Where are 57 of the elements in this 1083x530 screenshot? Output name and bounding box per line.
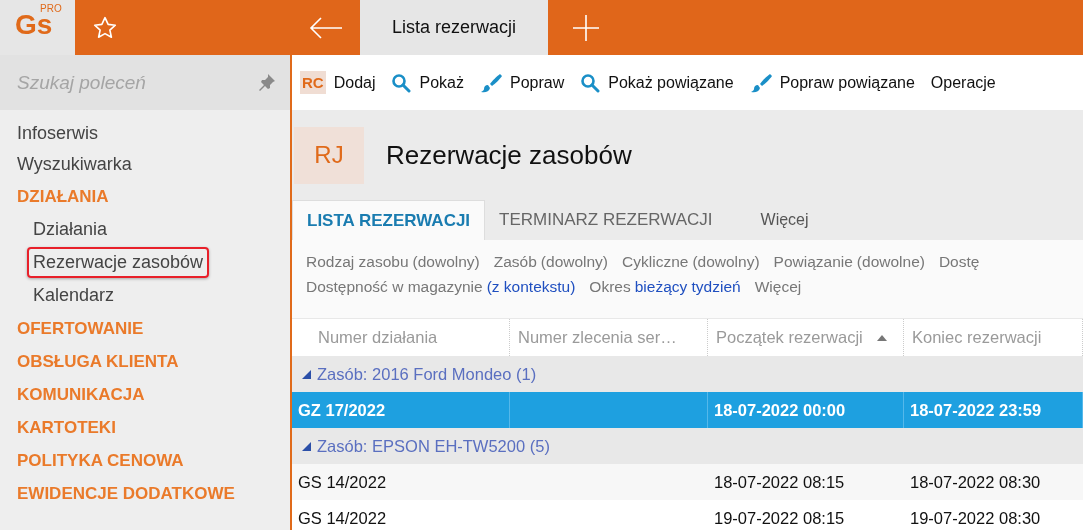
nav-section[interactable]: KOMUNIKACJA [0,378,162,411]
nav-item[interactable]: Działania [27,214,114,245]
nav-section[interactable]: DZIAŁANIA [0,180,126,213]
tab[interactable]: LISTA REZERWACJI [292,200,486,240]
module-badge: RC [300,71,326,94]
nav-section[interactable]: OFERTOWANIE [0,312,161,345]
toolbar-button[interactable]: Popraw powiązane [749,71,923,94]
table-cell: 18-07-2022 08:15 [714,472,845,492]
table-cell: 18-07-2022 00:00 [714,400,846,420]
nav-item[interactable]: Kalendarz [27,280,121,311]
table-cell: GZ 17/2022 [298,400,386,420]
document-tab[interactable]: Lista rezerwacji [360,0,548,55]
nav-section[interactable]: OBSŁUGA KLIENTA [0,345,196,378]
module-badge: RJ [294,126,364,184]
filter-link[interactable]: Dostę [938,252,980,271]
nav-item[interactable]: Wyszukiwarka [0,149,149,180]
filter-link[interactable]: Powiązanie (dowolne) [773,252,925,271]
search-icon [580,72,601,93]
filter-link[interactable]: Dostępność w magazynie (z kontekstu) [306,277,576,296]
filter-link[interactable]: Rodzaj zasobu (dowolny) [306,252,480,271]
expand-icon[interactable] [302,369,311,379]
back-arrow-icon[interactable] [309,16,343,39]
group-row[interactable]: Zasób: EPSON EH-TW5200 (5) [292,428,1083,464]
toolbar-button[interactable]: RC Dodaj [300,71,384,94]
page-title: Rezerwacje zasobów [386,139,632,171]
filter-link[interactable]: Cykliczne (dowolny) [622,252,760,271]
table-cell: 18-07-2022 08:30 [910,472,1041,492]
toolbar-button[interactable]: Operacje [930,73,1004,92]
group-label: Zasób: EPSON EH-TW5200 (5) [317,436,550,456]
nav-section[interactable]: EWIDENCJE DODATKOWE [0,477,252,510]
filter-link[interactable]: Zasób (dowolny) [493,252,609,271]
group-label: Zasób: 2016 Ford Mondeo (1) [317,364,537,384]
toolbar-button[interactable]: Pokaż [391,72,472,93]
table-cell: GS 14/2022 [298,508,387,528]
pin-icon[interactable] [258,73,276,91]
search-icon [391,72,412,93]
nav-section[interactable]: KARTOTEKI [0,411,133,444]
group-row[interactable]: Zasób: 2016 Ford Mondeo (1) [292,356,1083,392]
table-cell: GS 14/2022 [298,472,387,492]
search-field[interactable]: Szukaj poleceń [0,55,290,110]
nav-item[interactable]: Infoserwis [0,118,116,149]
table-cell: 19-07-2022 08:30 [910,508,1041,528]
toolbar-button[interactable]: Popraw [479,71,573,94]
plus-icon[interactable] [573,14,599,41]
star-icon[interactable] [92,14,118,41]
table-cell: 18-07-2022 23:59 [910,400,1042,420]
toolbar-button[interactable]: Pokaż powiązane [580,72,742,93]
nav-item[interactable]: Rezerwacje zasobów [27,247,210,278]
table-row[interactable]: GZ 17/2022 18-07-2022 00:00 18-07-2022 23:59 [292,392,1083,428]
filter-link[interactable]: Więcej [754,277,802,296]
brush-icon [749,71,772,94]
table-row[interactable]: GS 14/2022 18-07-2022 08:15 18-07-2022 08:30 [292,464,1083,500]
filter-link[interactable]: Okres bieżący tydzień [589,277,741,296]
nav-section[interactable]: POLITYKA CENOWA [0,444,201,477]
table-cell: 19-07-2022 08:15 [714,508,845,528]
expand-icon[interactable] [302,441,311,451]
brush-icon [479,71,502,94]
